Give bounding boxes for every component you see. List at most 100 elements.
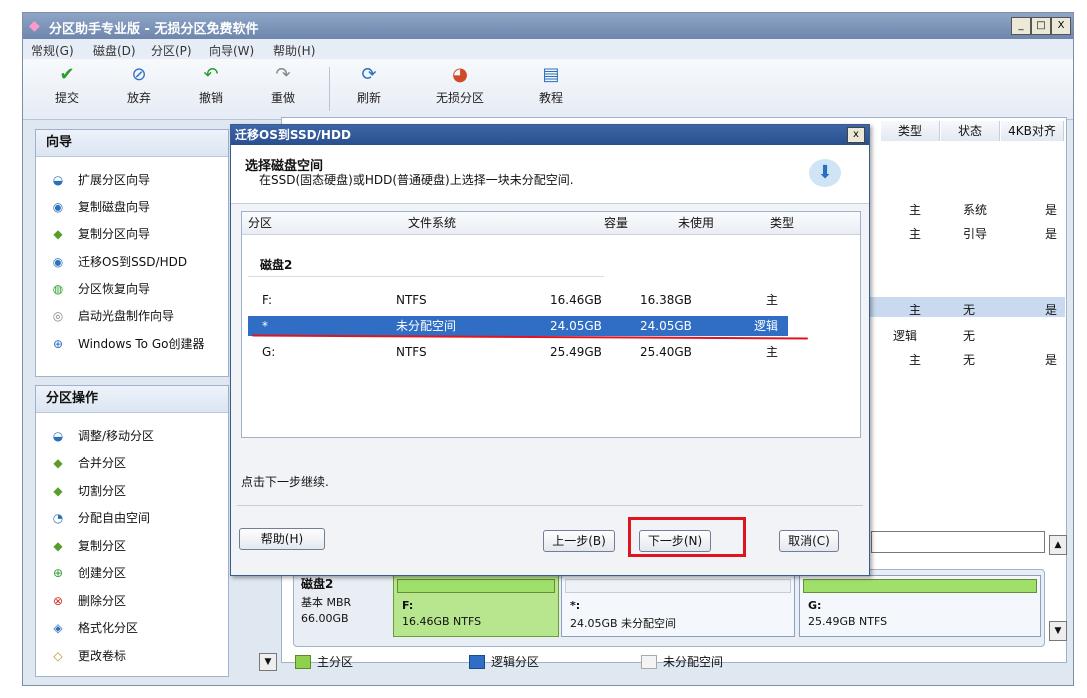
legend-primary-swatch xyxy=(295,655,311,669)
col-type[interactable]: 类型 xyxy=(720,212,809,235)
cell-status: 系统 xyxy=(963,203,988,217)
cell-4k: 是 xyxy=(1045,203,1058,217)
tutorial-button[interactable]: ▤ 教程 xyxy=(531,65,571,106)
dialog-close-button[interactable]: x xyxy=(847,127,865,143)
menu-disk[interactable]: 磁盘(D) xyxy=(93,42,136,59)
cancel-button[interactable]: 取消(C) xyxy=(779,530,839,552)
wizard-item-windows-to-go[interactable]: ⊕ Windows To Go创建器 xyxy=(50,334,205,354)
cd-icon: ◎ xyxy=(52,309,64,323)
menu-bar: 常规(G) 磁盘(D) 分区(P) 向导(W) 帮助(H) xyxy=(23,39,1073,59)
discard-icon: ⊘ xyxy=(131,64,147,85)
maximize-button[interactable]: □ xyxy=(1031,17,1051,35)
merge-icon: ◆ xyxy=(53,456,63,470)
cell-type: 主 xyxy=(909,303,922,317)
copy-icon: ◆ xyxy=(53,539,63,553)
dialog-title: 迁移OS到SSD/HDD xyxy=(231,125,869,145)
copy-partition-icon: ◆ xyxy=(53,227,63,241)
disk-download-icon: ⬇ xyxy=(809,159,841,187)
disk-info[interactable]: 磁盘2 基本 MBR 66.00GB xyxy=(301,575,389,635)
cell-4k: 是 xyxy=(1045,227,1058,241)
col-filler xyxy=(808,212,860,235)
wizard-item-extend[interactable]: ◒ 扩展分区向导 xyxy=(50,170,150,190)
close-button[interactable]: X xyxy=(1051,17,1071,35)
migrate-os-dialog: 迁移OS到SSD/HDD x 选择磁盘空间 在SSD(固态硬盘)或HDD(普通硬… xyxy=(230,124,870,576)
dialog-subheading: 在SSD(固态硬盘)或HDD(普通硬盘)上选择一块未分配空间. xyxy=(259,173,574,187)
cell-status: 无 xyxy=(963,329,976,343)
format-icon: ◈ xyxy=(53,621,63,635)
copy-disk-icon: ◉ xyxy=(52,200,64,214)
menu-partition[interactable]: 分区(P) xyxy=(151,42,192,59)
usage-bar xyxy=(397,579,555,593)
create-icon: ⊕ xyxy=(52,566,64,580)
list-row[interactable]: G: NTFS 25.49GB 25.40GB 主 xyxy=(248,342,788,362)
wizard-item-copy-disk[interactable]: ◉ 复制磁盘向导 xyxy=(50,197,150,217)
ops-panel-title: 分区操作 xyxy=(36,386,228,413)
legend-logical: 逻辑分区 xyxy=(491,655,540,669)
discard-button[interactable]: ⊘ 放弃 xyxy=(119,65,159,106)
col-capacity[interactable]: 容量 xyxy=(548,212,635,235)
col-filesystem[interactable]: 文件系统 xyxy=(398,212,549,235)
scroll-down-button[interactable]: ▼ xyxy=(259,653,277,671)
legend-logical-swatch xyxy=(469,655,485,669)
dialog-header: 选择磁盘空间 在SSD(固态硬盘)或HDD(普通硬盘)上选择一块未分配空间. ⬇ xyxy=(231,145,869,204)
lossless-partition-button[interactable]: ◕ 无损分区 xyxy=(427,65,493,106)
menu-wizard[interactable]: 向导(W) xyxy=(209,42,254,59)
prev-button[interactable]: 上一步(B) xyxy=(543,530,615,552)
legend-unallocated: 未分配空间 xyxy=(663,655,724,669)
wizard-item-recovery[interactable]: ◍ 分区恢复向导 xyxy=(50,279,150,299)
cell-status: 引导 xyxy=(963,227,988,241)
col-partition[interactable]: 分区 xyxy=(242,212,399,235)
op-split[interactable]: ◆ 切割分区 xyxy=(50,481,126,501)
commit-button[interactable]: ✔ 提交 xyxy=(47,65,87,106)
menu-general[interactable]: 常规(G) xyxy=(31,42,74,59)
migrate-icon: ◉ xyxy=(52,255,64,269)
col-status-header[interactable]: 状态 xyxy=(941,121,1000,141)
help-button[interactable]: 帮助(H) xyxy=(239,528,325,550)
scroll-up-button[interactable]: ▲ xyxy=(1049,535,1067,555)
label-icon: ◇ xyxy=(53,649,63,663)
op-create[interactable]: ⊕ 创建分区 xyxy=(50,563,126,583)
col-unused[interactable]: 未使用 xyxy=(634,212,721,235)
op-delete[interactable]: ⊗ 删除分区 xyxy=(50,591,126,611)
undo-button[interactable]: ↶ 撤销 xyxy=(191,65,231,106)
col-4k-header[interactable]: 4KB对齐 xyxy=(1001,121,1064,141)
wizard-panel: 向导 ◒ 扩展分区向导 ◉ 复制磁盘向导 ◆ 复制分区向导 ◉ 迁移OS到SSD/HDD… xyxy=(35,129,229,377)
redo-icon: ↷ xyxy=(275,64,291,85)
refresh-icon: ⟳ xyxy=(361,64,377,85)
partition-block-g[interactable]: G: 25.49GB NTFS xyxy=(799,575,1041,637)
partition-block-unallocated[interactable]: *: 24.05GB 未分配空间 xyxy=(561,575,795,637)
col-type-header[interactable]: 类型 xyxy=(881,121,940,141)
refresh-button[interactable]: ⟳ 刷新 xyxy=(349,65,389,106)
toolbar-separator xyxy=(329,67,330,111)
extend-icon: ◒ xyxy=(52,173,64,187)
redo-button[interactable]: ↷ 重做 xyxy=(263,65,303,106)
partition-block-f[interactable]: F: 16.46GB NTFS xyxy=(393,575,559,637)
op-merge[interactable]: ◆ 合并分区 xyxy=(50,453,126,473)
cell-type: 逻辑 xyxy=(893,329,918,343)
book-icon: ▤ xyxy=(542,64,560,85)
list-row-selected[interactable]: * 未分配空间 24.05GB 24.05GB 逻辑 xyxy=(248,316,788,336)
cell-type: 主 xyxy=(909,203,922,217)
wizard-item-boot-cd[interactable]: ◎ 启动光盘制作向导 xyxy=(50,306,174,326)
delete-icon: ⊗ xyxy=(52,594,64,608)
op-change-label[interactable]: ◇ 更改卷标 xyxy=(50,646,126,666)
wizard-item-copy-partition[interactable]: ◆ 复制分区向导 xyxy=(50,224,150,244)
op-copy[interactable]: ◆ 复制分区 xyxy=(50,536,126,556)
op-allocate-free[interactable]: ◔ 分配自由空间 xyxy=(50,508,150,528)
minimize-button[interactable]: _ xyxy=(1011,17,1031,35)
op-resize-move[interactable]: ◒ 调整/移动分区 xyxy=(50,426,154,446)
app-title: 分区助手专业版 - 无损分区免费软件 xyxy=(49,22,259,37)
annotation-highlight-box xyxy=(628,517,746,557)
group-divider xyxy=(248,276,604,277)
disk-kind: 基本 MBR xyxy=(301,596,352,609)
scroll-down-button[interactable]: ▼ xyxy=(1049,621,1067,641)
wizard-item-migrate-os[interactable]: ◉ 迁移OS到SSD/HDD xyxy=(50,252,187,272)
list-row[interactable]: F: NTFS 16.46GB 16.38GB 主 xyxy=(248,290,788,310)
legend-unallocated-swatch xyxy=(641,655,657,669)
split-icon: ◆ xyxy=(53,484,63,498)
menu-help[interactable]: 帮助(H) xyxy=(273,42,315,59)
op-format[interactable]: ◈ 格式化分区 xyxy=(50,618,138,638)
recovery-icon: ◍ xyxy=(52,282,64,296)
usage-bar xyxy=(803,579,1037,593)
usage-bar xyxy=(565,579,791,593)
